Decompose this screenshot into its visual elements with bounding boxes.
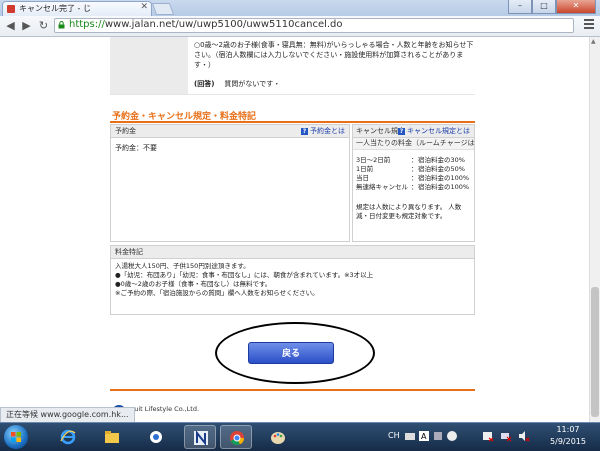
scrollbar-thumb[interactable] <box>591 287 599 417</box>
jalan-favicon-icon <box>7 5 15 13</box>
chrome-icon <box>230 431 244 446</box>
close-window-button[interactable]: ✕ <box>556 0 596 14</box>
deposit-text: 予約金：不要 <box>115 144 157 152</box>
forward-arrow-icon[interactable]: ▶ <box>19 18 34 33</box>
network-icon[interactable] <box>500 430 512 442</box>
footer-copyright: cruit Lifestyle Co.,Ltd. <box>128 405 200 413</box>
browser-tab[interactable]: キャンセル完了 - じ ✕ <box>2 1 152 16</box>
cancel-policy-help-link[interactable]: ? キャンセル規定とは <box>398 125 470 137</box>
menu-icon[interactable] <box>584 19 594 29</box>
taskbar: CH A 11:07 5/9/2015 <box>0 422 600 451</box>
cancel-policy-table: 3日～2日前：宿泊料金の30% 1日前：宿泊料金の50% 当日：宿泊料金の100… <box>356 156 471 192</box>
clock-date: 5/9/2015 <box>550 437 586 446</box>
reload-icon[interactable]: ↻ <box>36 18 51 33</box>
title-bar: キャンセル完了 - じ ✕ – □ ✕ <box>0 0 600 16</box>
cancel-policy-note: 規定は人数により異なります。 人数減・日付変更も規定対象です。 <box>356 203 462 220</box>
fee-note-line: ●0歳～2歳のお子様（食事・布団なし）は無料です。 <box>115 280 272 288</box>
question-icon: ? <box>301 128 308 135</box>
fee-note-line: ※ご予約の際、「宿泊施設からの質問」欄へ人数をお知らせください。 <box>115 289 319 297</box>
url-text: https://www.jalan.net/uw/uwp5100/uww5110… <box>69 19 343 30</box>
taskbar-app-4[interactable] <box>184 425 216 449</box>
taskbar-app-3[interactable] <box>140 425 172 449</box>
cancel-policy-panel: キャンセル規定 ?キャンセル規定とは 一人当たりの料金（ルームチャージはルームあ… <box>352 124 475 242</box>
svg-text:A: A <box>421 432 427 441</box>
cancel-policy-row: 1日前：宿泊料金の50% <box>356 165 465 173</box>
fee-notes-header: 料金特記 <box>111 246 474 259</box>
question-icon: ? <box>398 128 405 135</box>
qa-answer-label: (回答) <box>194 80 215 88</box>
scroll-up-icon[interactable]: ▲ <box>591 38 596 45</box>
tray-help-icon[interactable] <box>446 430 458 442</box>
taskbar-ie[interactable] <box>52 425 84 449</box>
start-button[interactable] <box>4 425 28 449</box>
section-divider <box>110 121 475 123</box>
clock-time: 11:07 <box>556 425 580 434</box>
palette-icon <box>271 432 285 444</box>
tray-tool-icon[interactable] <box>432 430 444 442</box>
qa-answer-text: 質問がないです・ <box>224 80 281 88</box>
app-n-icon <box>194 430 208 446</box>
cancel-policy-row: 無連絡キャンセル：宿泊料金の100% <box>356 183 470 191</box>
folder-icon <box>105 431 119 443</box>
cancel-policy-row: 3日～2日前：宿泊料金の30% <box>356 156 465 164</box>
app-eye-icon <box>150 431 162 443</box>
taskbar-chrome[interactable] <box>220 425 252 449</box>
deposit-header: 予約金 ? 予約金とは <box>111 125 349 138</box>
fee-notes-panel: 料金特記 入湯税大人150円、子供150円別途頂きます。 ●「幼児：布団あり」「… <box>110 245 475 315</box>
qa-answer-row: (回答) 質問がないです・ <box>194 79 280 89</box>
fee-note-line: ●「幼児：布団あり」「幼児：食事・布団なし」には、朝食が含まれています。※3才以… <box>115 271 374 279</box>
fee-notes-text: 入湯税大人150円、子供150円別途頂きます。 ●「幼児：布団あり」「幼児：食事… <box>115 262 470 298</box>
ime-a-icon[interactable]: A <box>418 430 430 442</box>
deposit-panel: 予約金 ? 予約金とは 予約金：不要 <box>110 124 350 242</box>
qa-question: ○0歳～2歳のお子様(食事・寝具無：無料)がいらっしゃる場合・人数と年齢をお知ら… <box>194 41 474 69</box>
vertical-scrollbar[interactable]: ▲ <box>589 37 600 422</box>
windows-logo-icon <box>11 432 21 442</box>
cancel-policy-header: キャンセル規定 ? キャンセル規定とは <box>353 125 474 138</box>
taskbar-explorer[interactable] <box>96 425 128 449</box>
internet-explorer-icon <box>60 429 76 445</box>
cancel-policy-subheader: 一人当たりの料金（ルームチャージはルームあたり） <box>353 138 474 150</box>
input-language[interactable]: CH <box>388 431 400 440</box>
fee-note-line: 入湯税大人150円、子供150円別途頂きます。 <box>115 262 250 270</box>
browser-toolbar: ◀ ▶ ↻ https://www.jalan.net/uw/uwp5100/u… <box>0 16 600 37</box>
minimize-button[interactable]: – <box>508 0 532 14</box>
volume-icon[interactable] <box>518 430 530 442</box>
tray-alert-icon[interactable] <box>482 430 494 442</box>
page-viewport: ○0歳～2歳のお子様(食事・寝具無：無料)がいらっしゃる場合・人数と年齢をお知ら… <box>0 37 589 422</box>
taskbar-paint[interactable] <box>262 425 294 449</box>
back-button[interactable]: 戻る <box>248 342 334 364</box>
back-arrow-icon[interactable]: ◀ <box>3 18 18 33</box>
tab-close-icon[interactable]: ✕ <box>140 2 148 12</box>
footer-divider <box>110 389 475 391</box>
address-bar[interactable]: https://www.jalan.net/uw/uwp5100/uww5110… <box>54 18 574 33</box>
lock-icon <box>58 21 65 29</box>
qa-block: ○0歳～2歳のお子様(食事・寝具無：無料)がいらっしゃる場合・人数と年齢をお知ら… <box>110 37 475 95</box>
cancel-policy-row: 当日：宿泊料金の100% <box>356 174 470 182</box>
keyboard-icon[interactable] <box>404 430 416 442</box>
taskbar-clock[interactable]: 11:07 5/9/2015 <box>540 424 596 448</box>
maximize-button[interactable]: □ <box>532 0 556 14</box>
status-bar: 正在等候 www.google.com.hk... <box>0 407 135 423</box>
tab-title: キャンセル完了 - じ <box>19 4 91 13</box>
qa-label-cell <box>110 37 188 94</box>
deposit-help-link[interactable]: ? 予約金とは <box>301 125 345 137</box>
window-controls: – □ ✕ <box>508 0 596 14</box>
new-tab-button[interactable] <box>151 3 175 15</box>
